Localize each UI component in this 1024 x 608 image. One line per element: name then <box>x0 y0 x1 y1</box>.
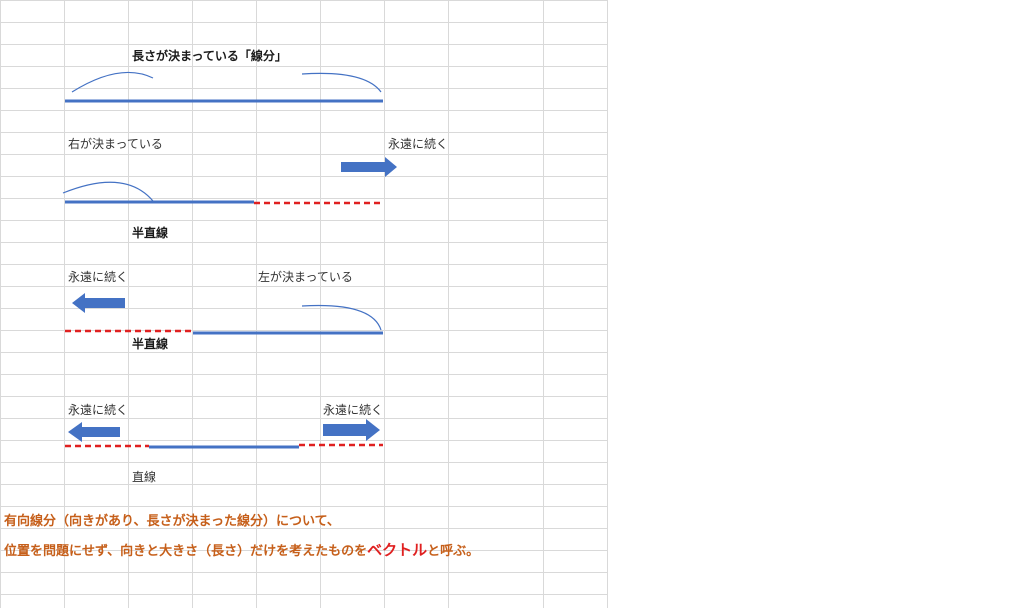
ray-right-name: 半直線 <box>132 226 169 240</box>
segment-left-arc[interactable] <box>71 71 154 93</box>
ray-right-right-label: 永遠に続く <box>388 137 449 151</box>
line-name: 直線 <box>132 470 157 484</box>
summary-line-1: 有向線分（向きがあり、長さが決まった線分）について、 <box>4 514 340 529</box>
line-right-arrow-shape[interactable] <box>323 419 380 441</box>
line-right-label: 永遠に続く <box>323 403 384 417</box>
segment-right-arc[interactable] <box>301 72 382 93</box>
ray-left-arc[interactable] <box>301 304 382 331</box>
ray-right-left-label: 右が決まっている <box>68 137 163 151</box>
line-left-arrow-shape[interactable] <box>68 422 120 442</box>
segment-title: 長さが決まっている「線分」 <box>132 49 287 63</box>
right-arrow-shape[interactable] <box>341 157 397 177</box>
ray-left-right-label: 左が決まっている <box>258 270 353 284</box>
left-arrow-shape[interactable] <box>72 293 125 313</box>
summary-line-2-post: と呼ぶ。 <box>427 544 480 559</box>
vector-term: ベクトル <box>367 541 428 559</box>
line-left-label: 永遠に続く <box>68 403 129 417</box>
ray-right-arc[interactable] <box>62 181 154 202</box>
spreadsheet-sheet: 長さが決まっている「線分」 右が決まっている 永遠に続く 半直線 永遠に続く 左… <box>0 0 608 608</box>
ray-left-left-label: 永遠に続く <box>68 270 129 284</box>
summary-line-2: 位置を問題にせず、向きと大きさ（長さ）だけを考えたものをベクトルと呼ぶ。 <box>4 541 479 561</box>
ray-left-name: 半直線 <box>132 337 169 351</box>
summary-line-2-pre: 位置を問題にせず、向きと大きさ（長さ）だけを考えたものを <box>4 544 368 559</box>
